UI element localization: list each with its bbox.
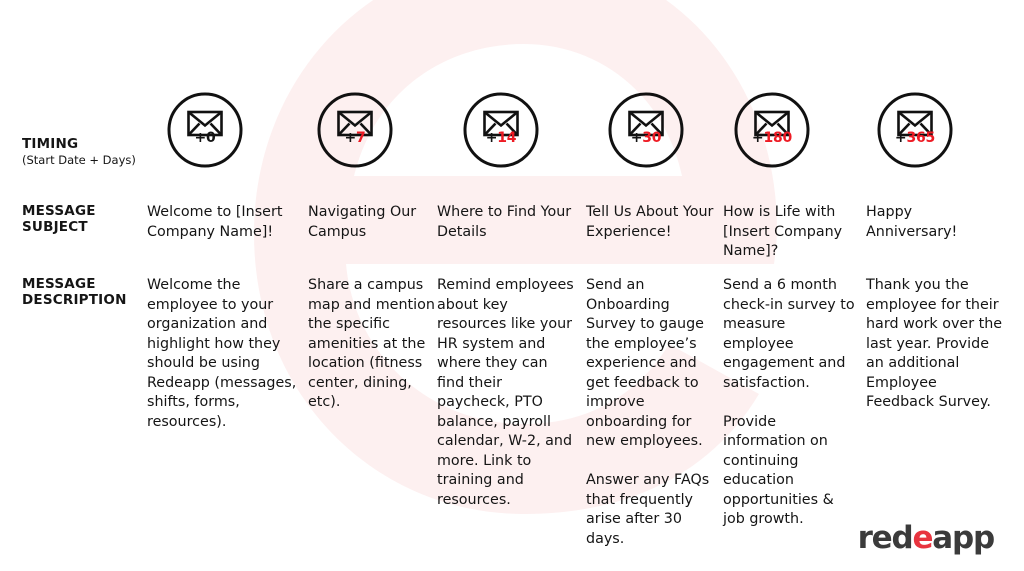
timing-day-number: 180 bbox=[763, 130, 793, 146]
message-subject-cell: Welcome to [Insert Company Name]! bbox=[147, 204, 283, 240]
timing-day-number: 365 bbox=[906, 130, 936, 146]
message-subject-cell: How is Life with [Insert Company Name]? bbox=[723, 204, 843, 259]
message-description-cell: Remind employees about key resources lik… bbox=[437, 276, 579, 510]
timing-node-plus0: +0 bbox=[166, 88, 244, 172]
timing-node-plus7: +7 bbox=[316, 88, 394, 172]
message-description-cell: Send a 6 month check-in survey to measur… bbox=[723, 276, 858, 530]
logo-text-pre: red bbox=[857, 520, 914, 556]
logo-text-accent: e bbox=[912, 520, 933, 556]
message-description-paragraph: Send a 6 month check-in survey to measur… bbox=[723, 277, 855, 391]
message-description-cell: Share a campus map and mention the speci… bbox=[308, 276, 436, 413]
timing-day-offset: +14 bbox=[462, 130, 540, 146]
message-description-paragraph: Provide information on continuing educat… bbox=[723, 413, 834, 528]
timing-node-plus30: +30 bbox=[607, 88, 685, 172]
message-subject-cell: Tell Us About Your Experience! bbox=[586, 204, 714, 240]
row-label-message-subject-title: MESSAGE SUBJECT bbox=[22, 203, 96, 235]
message-description-cell: Send an Onboarding Survey to gauge the e… bbox=[586, 276, 714, 549]
message-description-paragraph: Welcome the employee to your organizatio… bbox=[147, 277, 297, 430]
message-subject-cell: Navigating Our Campus bbox=[308, 204, 417, 240]
row-label-message-description: MESSAGE DESCRIPTION bbox=[22, 276, 127, 308]
message-description-paragraph: Thank you the employee for their hard wo… bbox=[866, 277, 1003, 410]
row-label-timing-title: TIMING bbox=[22, 136, 79, 152]
infographic-canvas: TIMING (Start Date + Days) MESSAGE SUBJE… bbox=[0, 0, 1024, 571]
row-label-timing-subtitle: (Start Date + Days) bbox=[22, 153, 136, 167]
message-subject-cell: Happy Anniversary! bbox=[866, 204, 958, 240]
timing-day-number: 30 bbox=[642, 130, 662, 146]
timing-day-offset: +7 bbox=[316, 130, 394, 146]
timing-day-number: 0 bbox=[205, 130, 216, 146]
timing-plus-sign: + bbox=[485, 130, 498, 146]
message-subject-cell: Where to Find Your Details bbox=[437, 204, 572, 240]
row-label-timing: TIMING (Start Date + Days) bbox=[22, 136, 136, 168]
timing-day-offset: +365 bbox=[876, 130, 954, 146]
timing-node-plus14: +14 bbox=[462, 88, 540, 172]
row-label-message-description-title: MESSAGE DESCRIPTION bbox=[22, 276, 127, 308]
timing-day-number: 7 bbox=[355, 130, 366, 146]
timing-day-offset: +180 bbox=[733, 130, 811, 146]
timing-plus-sign: + bbox=[630, 130, 643, 146]
redeapp-logo: redeapp bbox=[857, 520, 996, 556]
timing-plus-sign: + bbox=[894, 130, 907, 146]
timing-day-number: 14 bbox=[497, 130, 517, 146]
timing-plus-sign: + bbox=[751, 130, 764, 146]
timing-day-offset: +0 bbox=[166, 130, 244, 146]
timing-plus-sign: + bbox=[344, 130, 356, 146]
message-description-paragraph: Send an Onboarding Survey to gauge the e… bbox=[586, 277, 704, 449]
message-description-cell: Thank you the employee for their hard wo… bbox=[866, 276, 1006, 413]
message-description-paragraph: Remind employees about key resources lik… bbox=[437, 277, 574, 508]
message-description-paragraph: Answer any FAQs that frequently arise af… bbox=[586, 472, 710, 547]
timing-plus-sign: + bbox=[194, 130, 206, 146]
message-description-paragraph: Share a campus map and mention the speci… bbox=[308, 277, 435, 410]
timing-node-plus180: +180 bbox=[733, 88, 811, 172]
message-description-cell: Welcome the employee to your organizatio… bbox=[147, 276, 297, 432]
logo-text-post: app bbox=[932, 520, 995, 556]
row-label-message-subject: MESSAGE SUBJECT bbox=[22, 203, 96, 235]
timing-node-plus365: +365 bbox=[876, 88, 954, 172]
timing-day-offset: +30 bbox=[607, 130, 685, 146]
